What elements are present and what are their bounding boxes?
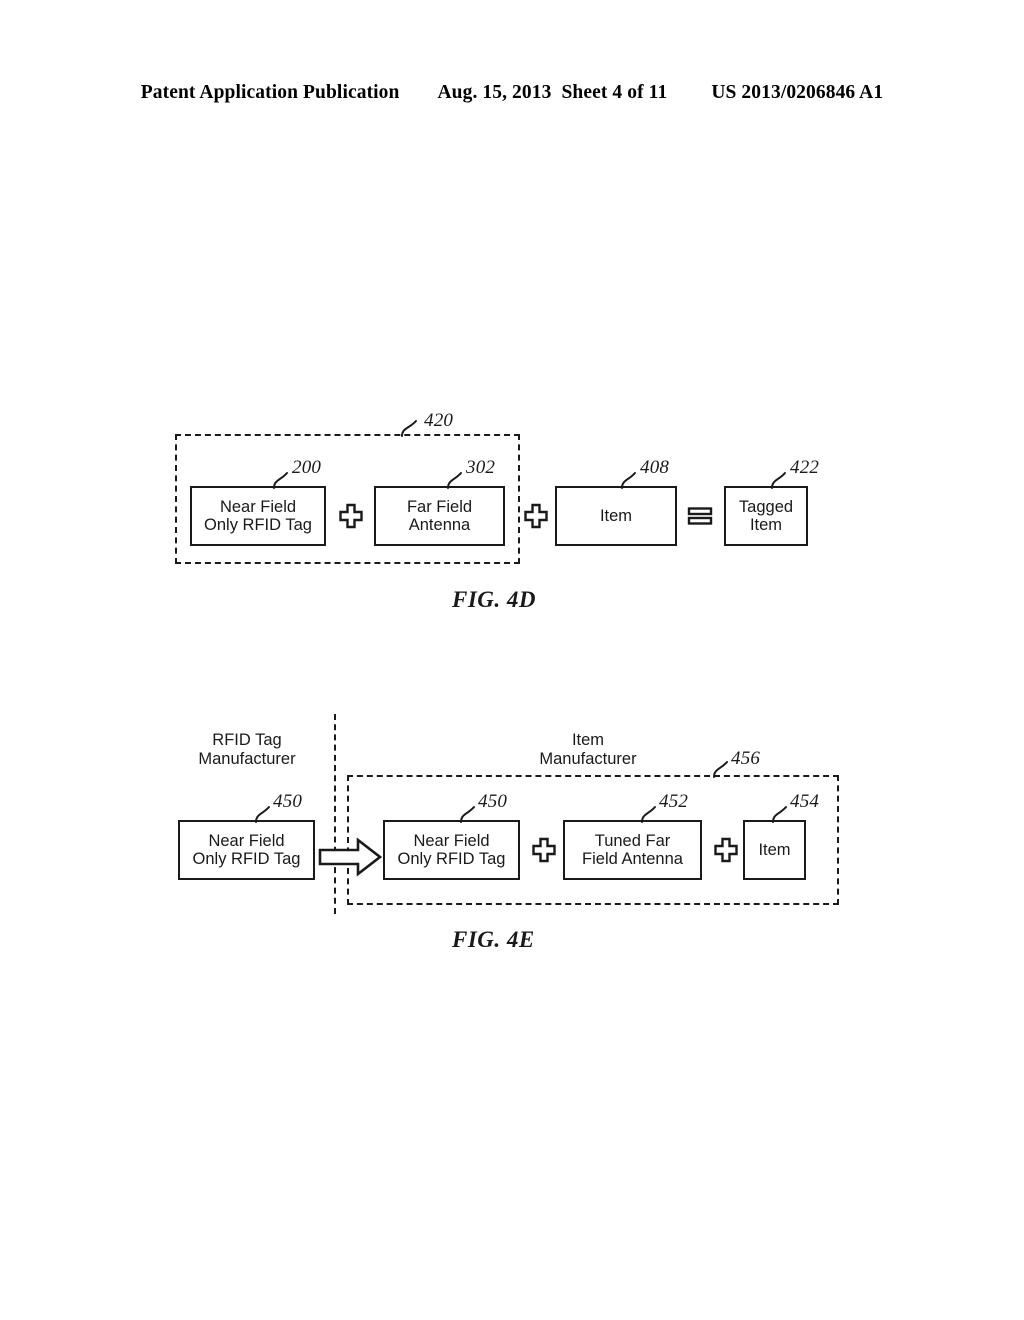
operator-plus-icon — [713, 837, 739, 863]
lane-label-line1: RFID Tag — [212, 731, 282, 749]
node-label-line2: Field Antenna — [582, 850, 683, 868]
lane-label-rfid-tag-manufacturer: RFID Tag Manufacturer — [178, 731, 316, 769]
node-tuned-far-field-antenna-452: Tuned Far Field Antenna — [563, 820, 702, 880]
reference-numeral-454: 454 — [790, 791, 820, 812]
node-label-line1: Near Field — [208, 831, 285, 850]
node-label-line2: Only RFID Tag — [192, 850, 301, 868]
figure-caption-4e: FIG. 4E — [452, 927, 535, 952]
node-item-454: Item — [743, 820, 806, 880]
figure-4e: RFID Tag Manufacturer Item Manufacturer … — [0, 0, 1024, 1320]
reference-numeral-452: 452 — [659, 791, 689, 812]
node-label-line1: Item — [758, 840, 791, 859]
lane-label-item-manufacturer: Item Manufacturer — [519, 731, 657, 769]
node-label-line1: Near Field — [413, 831, 490, 850]
node-label-line1: Tuned Far — [594, 831, 671, 850]
reference-numeral-450-right: 450 — [478, 791, 508, 812]
lane-label-line2: Manufacturer — [539, 749, 637, 768]
node-near-field-only-rfid-tag-450-right: Near Field Only RFID Tag — [383, 820, 520, 880]
operator-plus-icon — [531, 837, 557, 863]
lane-label-line2: Manufacturer — [198, 749, 296, 768]
node-label-line2: Only RFID Tag — [397, 850, 506, 868]
operator-arrow-right-icon — [318, 837, 382, 877]
reference-numeral-456: 456 — [731, 748, 761, 769]
reference-numeral-450-left: 450 — [273, 791, 303, 812]
lane-label-line1: Item — [571, 731, 605, 749]
swimlane-divider — [334, 714, 336, 914]
node-near-field-only-rfid-tag-450-left: Near Field Only RFID Tag — [178, 820, 315, 880]
